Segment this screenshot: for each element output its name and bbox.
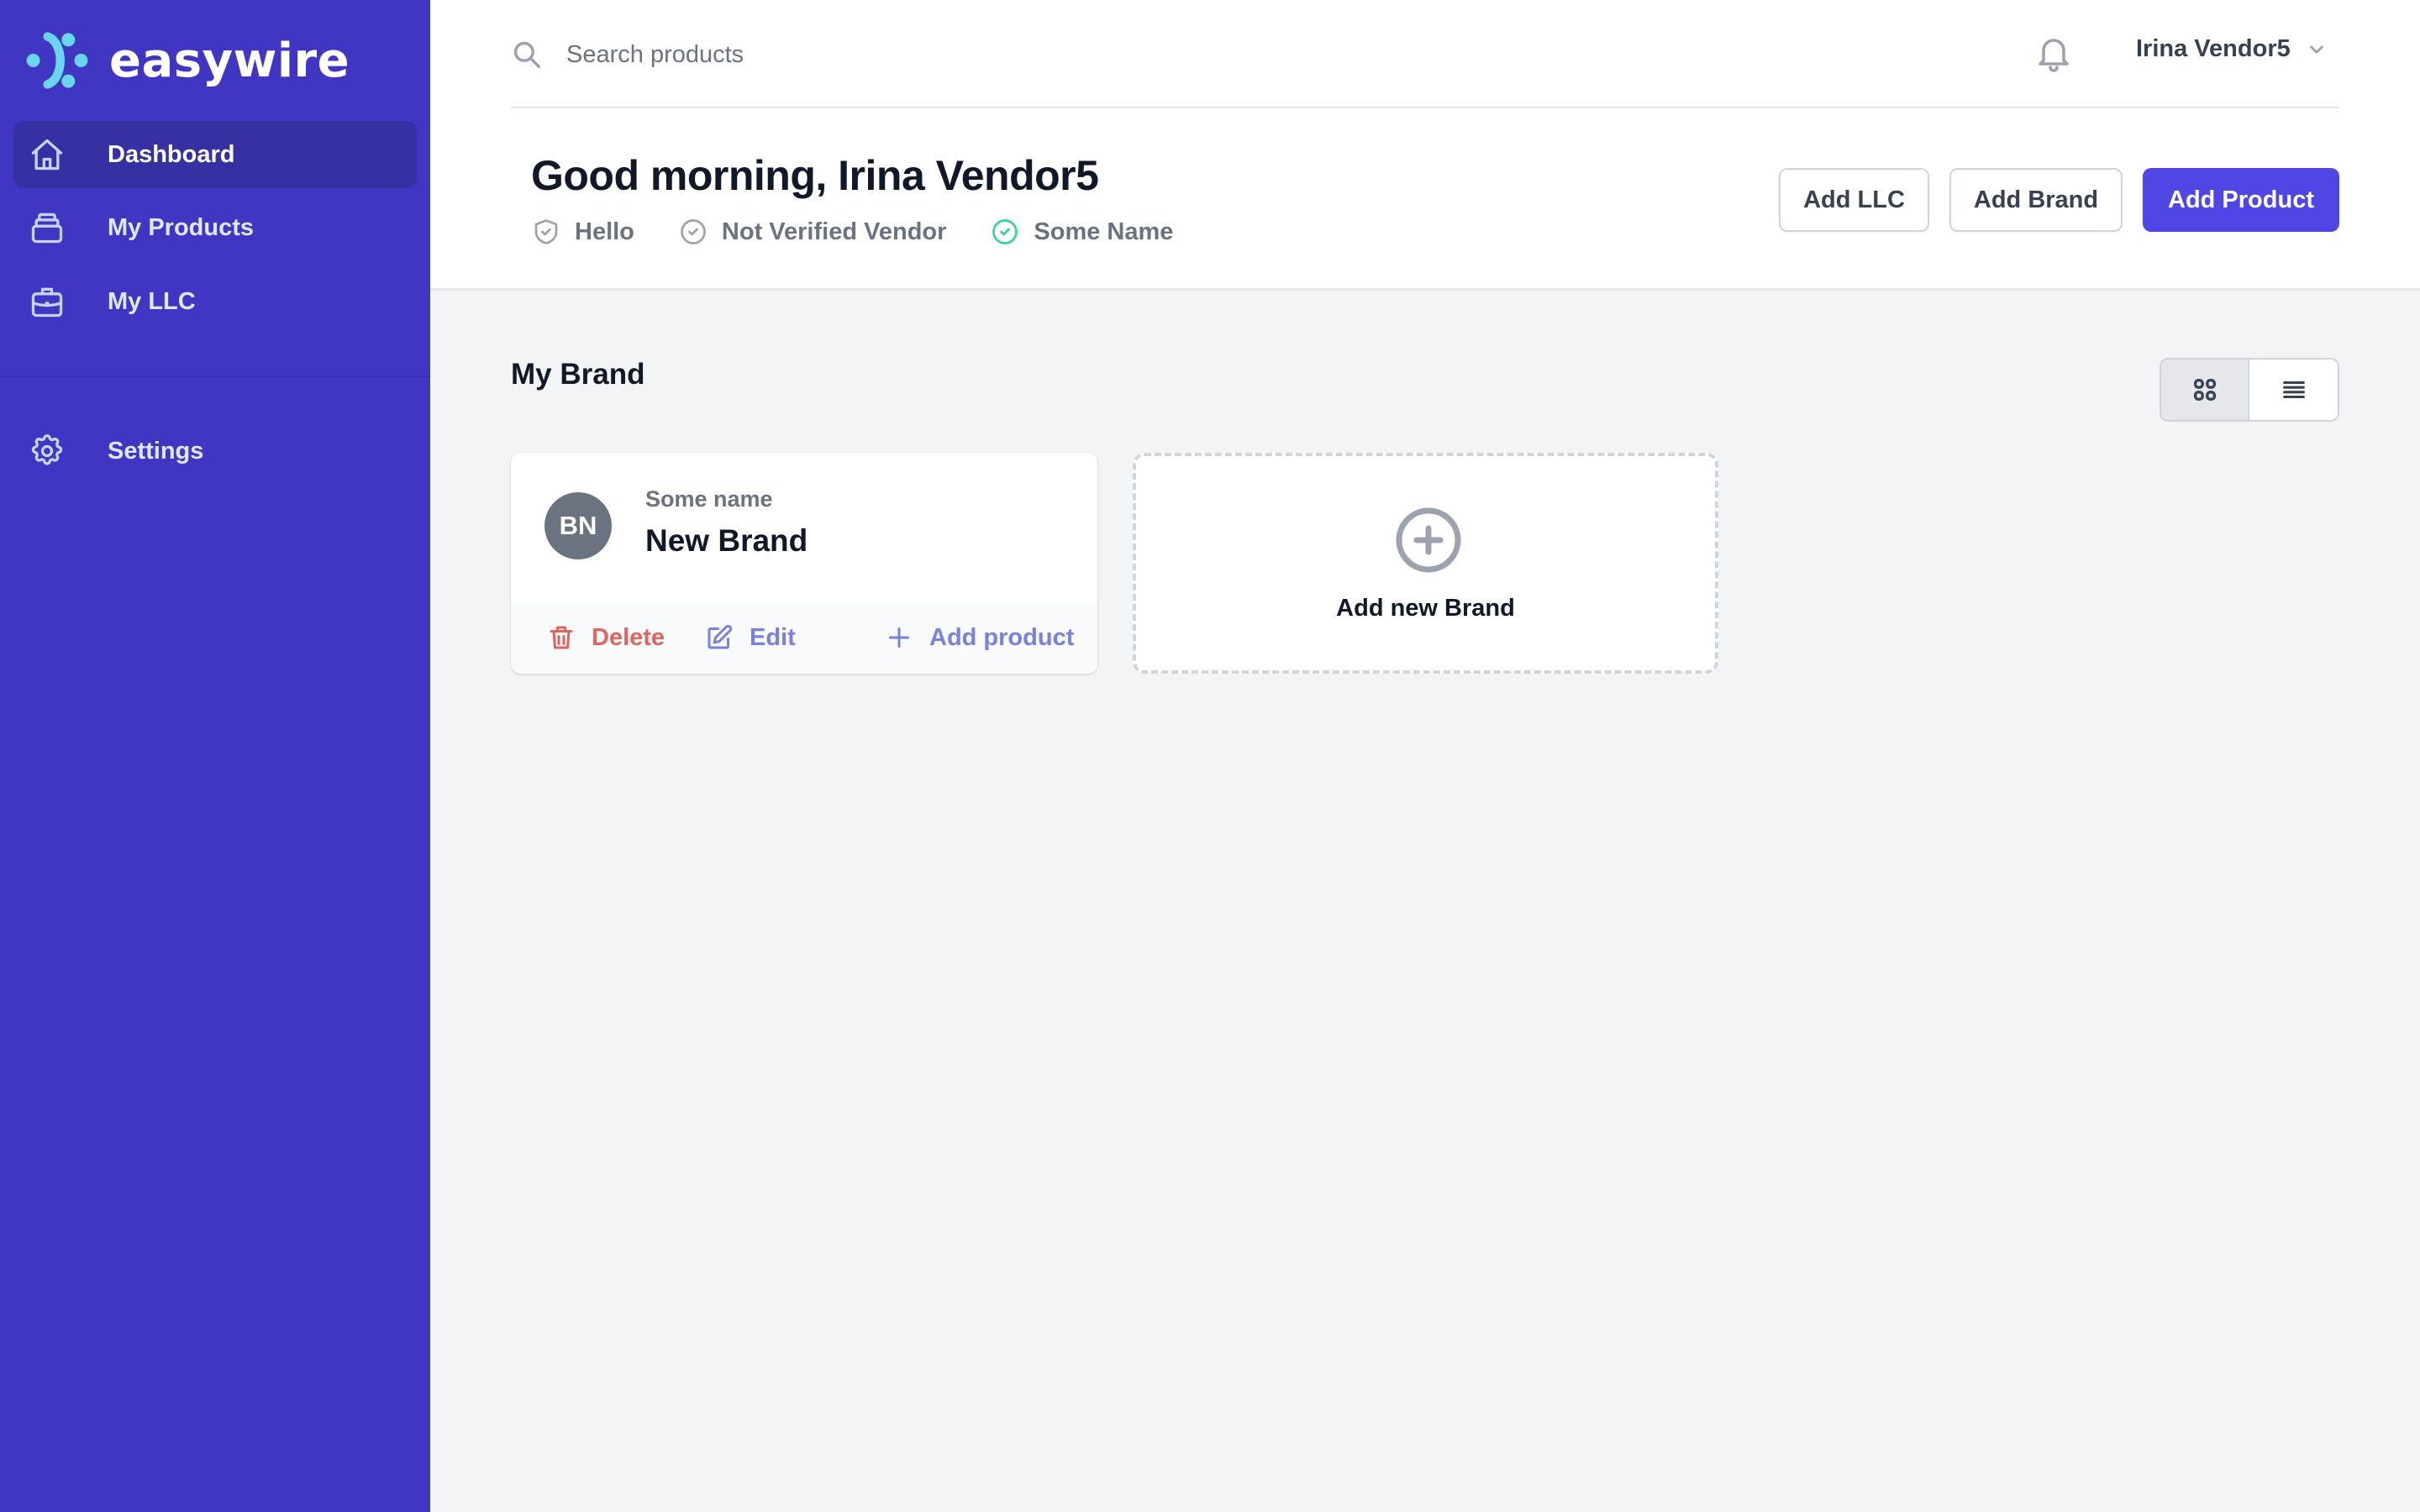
logo-icon bbox=[26, 32, 88, 89]
trash-icon bbox=[550, 626, 573, 649]
logo[interactable]: easywire bbox=[25, 30, 350, 91]
sidebar-item-my-llc[interactable]: My LLC bbox=[13, 268, 417, 335]
sidebar-item-dashboard[interactable]: Dashboard bbox=[13, 121, 417, 188]
grid-view-button[interactable] bbox=[2161, 360, 2249, 420]
view-toggle bbox=[2160, 358, 2339, 422]
header-divider bbox=[511, 107, 2339, 108]
status-badges: Hello Not Verified Vendor Some Name bbox=[531, 217, 1217, 247]
search-icon bbox=[513, 41, 540, 68]
add-new-brand-card[interactable]: Add new Brand bbox=[1133, 453, 1718, 674]
chevron-down-icon bbox=[2309, 45, 2323, 54]
brand-card: BN Some name New Brand Delete Edit Add p… bbox=[511, 453, 1097, 674]
bell-icon[interactable] bbox=[2033, 32, 2074, 76]
sidebar: easywire Dashboard My Products My LLC Se… bbox=[0, 0, 430, 1512]
brand-card-actions: Delete Edit Add product bbox=[511, 601, 1097, 674]
plus-icon bbox=[889, 627, 909, 648]
plus-circle-icon bbox=[1396, 507, 1461, 573]
sidebar-item-my-products[interactable]: My Products bbox=[13, 194, 417, 261]
gear-icon bbox=[29, 433, 66, 470]
brand-name: New Brand bbox=[645, 523, 808, 558]
check-circle-icon bbox=[681, 219, 706, 244]
list-view-button[interactable] bbox=[2249, 360, 2338, 420]
logo-text: easywire bbox=[109, 33, 350, 88]
section-title: My Brand bbox=[511, 358, 645, 391]
check-circle-icon bbox=[992, 219, 1018, 244]
sidebar-item-label: Settings bbox=[108, 437, 204, 465]
add-llc-button[interactable]: Add LLC bbox=[1779, 168, 1929, 232]
page-header: Irina Vendor5 Good morning, Irina Vendor… bbox=[430, 0, 2420, 291]
sidebar-item-settings[interactable]: Settings bbox=[13, 417, 417, 485]
sidebar-item-label: My Products bbox=[108, 213, 255, 241]
status-badge: Some Name bbox=[990, 217, 1173, 247]
add-product-button[interactable]: Add Product bbox=[2143, 168, 2339, 232]
status-badge: Hello bbox=[531, 217, 634, 247]
add-new-brand-label: Add new Brand bbox=[1336, 595, 1515, 622]
edit-brand-button[interactable]: Edit bbox=[704, 601, 796, 674]
sidebar-item-label: Dashboard bbox=[108, 140, 235, 168]
add-brand-button[interactable]: Add Brand bbox=[1949, 168, 2123, 232]
add-product-to-brand-button[interactable]: Add product bbox=[884, 601, 1074, 674]
sidebar-divider bbox=[0, 375, 430, 377]
search-bar[interactable] bbox=[511, 34, 1575, 76]
briefcase-icon bbox=[29, 283, 66, 320]
avatar: BN bbox=[544, 492, 612, 559]
home-icon bbox=[29, 136, 66, 173]
sidebar-item-label: My LLC bbox=[108, 287, 196, 315]
user-name: Irina Vendor5 bbox=[2136, 35, 2291, 62]
shield-check-icon bbox=[534, 219, 558, 244]
archive-icon bbox=[29, 209, 66, 246]
search-input[interactable] bbox=[566, 40, 1575, 69]
edit-icon bbox=[708, 624, 733, 649]
status-badge: Not Verified Vendor bbox=[678, 217, 946, 247]
grid-icon bbox=[2193, 378, 2216, 402]
user-menu[interactable]: Irina Vendor5 bbox=[2136, 35, 2328, 63]
delete-brand-button[interactable]: Delete bbox=[546, 601, 665, 674]
page-title: Good morning, Irina Vendor5 bbox=[531, 152, 1099, 199]
brand-subtitle: Some name bbox=[645, 486, 773, 512]
list-icon bbox=[2282, 381, 2305, 399]
